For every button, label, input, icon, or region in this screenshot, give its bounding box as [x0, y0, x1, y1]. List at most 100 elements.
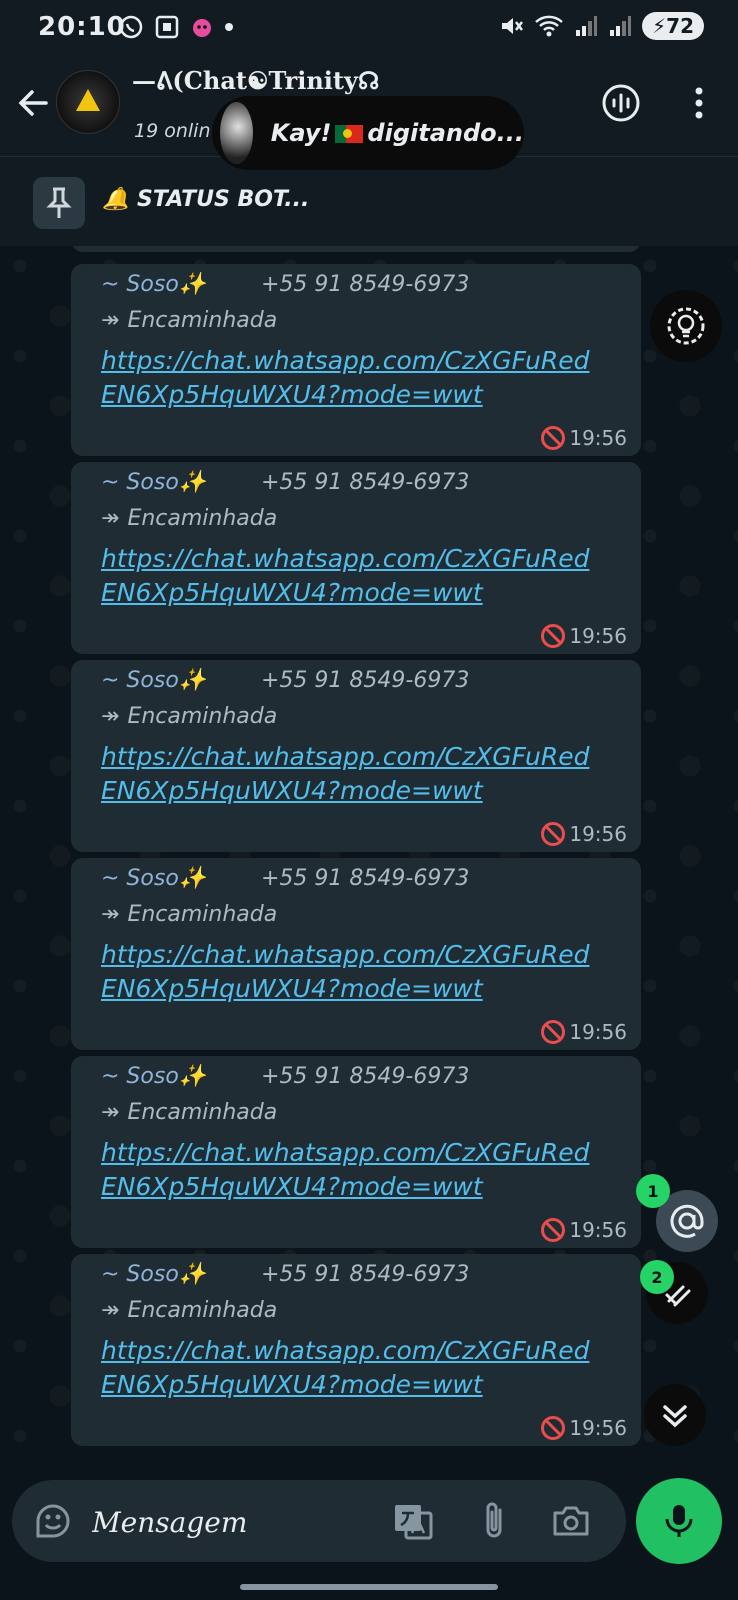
message-link[interactable]: https://chat.whatsapp.com/CzXGFuRedEN6Xp… [101, 1136, 601, 1204]
message-bubble[interactable]: ~ Soso✨ +55 91 8549-6973 ↠ Encaminhada ht… [71, 1254, 641, 1446]
battery-level: 72 [666, 14, 694, 38]
sticker-emoji-icon[interactable] [32, 1500, 74, 1542]
voice-message-button[interactable] [636, 1478, 722, 1564]
lightbulb-gear-icon [667, 307, 705, 345]
forwarded-label: ↠ Encaminhada [101, 704, 277, 729]
message-time: 19:56 [569, 1416, 627, 1440]
typing-text: Kay! digitando... [271, 119, 524, 147]
camera-icon[interactable] [550, 1500, 592, 1542]
sender-phone[interactable]: +55 91 8549-6973 [261, 866, 469, 891]
online-count: 19 onlin [134, 120, 211, 142]
sender-phone[interactable]: +55 91 8549-6973 [261, 668, 469, 693]
message-meta: 19:56 [541, 822, 627, 846]
meta-ai-button[interactable] [650, 290, 722, 362]
message-link[interactable]: https://chat.whatsapp.com/CzXGFuRedEN6Xp… [101, 740, 601, 808]
forwarded-label: ↠ Encaminhada [101, 506, 277, 531]
forwarded-text: Encaminhada [127, 902, 278, 927]
sender-name[interactable]: ~ Soso✨ [101, 668, 206, 693]
voice-chat-icon[interactable] [600, 82, 642, 124]
message-time: 19:56 [569, 624, 627, 648]
deleted-ban-icon [541, 1416, 566, 1440]
typing-status: digitando... [367, 119, 524, 147]
forwarded-text: Encaminhada [127, 1100, 278, 1125]
notification-icon [193, 19, 211, 37]
wifi-icon [535, 15, 563, 37]
home-gesture-bar[interactable] [240, 1584, 498, 1590]
forward-icon: ↠ [101, 506, 120, 531]
mute-icon [502, 18, 524, 34]
group-name[interactable]: —ᕕ(Chat☯Trinity☊ [132, 66, 379, 95]
whatsapp-icon [119, 15, 143, 39]
typing-indicator: Kay! digitando... [212, 96, 524, 170]
typing-user-avatar [220, 102, 253, 164]
message-bubble[interactable]: ~ Soso✨ +55 91 8549-6973 ↠ Encaminhada ht… [71, 264, 641, 456]
message-time: 19:56 [569, 1020, 627, 1044]
forward-icon: ↠ [101, 1298, 120, 1323]
status-icons-right: ⚡72 [498, 12, 704, 40]
forwarded-label: ↠ Encaminhada [101, 1100, 277, 1125]
deleted-ban-icon [541, 624, 566, 648]
sender-name[interactable]: ~ Soso✨ [101, 866, 206, 891]
message-input[interactable] [90, 1496, 384, 1548]
pinned-message-text[interactable]: 🔔 STATUS BOT... [102, 187, 309, 212]
chat-area[interactable]: ~ Soso✨ +55 91 8549-6973 ↠ Encaminhada ht… [0, 246, 738, 1474]
battery-indicator: ⚡72 [642, 12, 704, 40]
group-avatar-image [76, 89, 100, 111]
forward-icon: ↠ [101, 902, 120, 927]
message-meta: 19:56 [541, 624, 627, 648]
message-link[interactable]: https://chat.whatsapp.com/CzXGFuRedEN6Xp… [101, 542, 601, 610]
message-bubble[interactable]: ~ Soso✨ +55 91 8549-6973 ↠ Encaminhada ht… [71, 1056, 641, 1248]
screenshot-icon [155, 15, 179, 39]
signal-icon [576, 16, 598, 36]
battery-icon: ⚡ [652, 14, 667, 38]
message-meta: 19:56 [541, 1416, 627, 1440]
sender-name[interactable]: ~ Soso✨ [101, 470, 206, 495]
message-bubble[interactable]: ~ Soso✨ +55 91 8549-6973 ↠ Encaminhada ht… [71, 660, 641, 852]
status-bar: 20:10 ⚡72 [0, 0, 738, 56]
forwarded-label: ↠ Encaminhada [101, 1298, 277, 1323]
sender-phone[interactable]: +55 91 8549-6973 [261, 1064, 469, 1089]
group-avatar[interactable] [56, 70, 120, 134]
sender-phone[interactable]: +55 91 8549-6973 [261, 272, 469, 297]
microphone-icon [665, 1505, 693, 1537]
forward-icon: ↠ [101, 704, 120, 729]
forwarded-text: Encaminhada [127, 1298, 278, 1323]
forward-icon: ↠ [101, 308, 120, 333]
message-composer[interactable] [12, 1480, 626, 1562]
forwarded-text: Encaminhada [127, 704, 278, 729]
deleted-ban-icon [541, 1218, 566, 1242]
scroll-down-button[interactable] [644, 1384, 706, 1446]
sender-name[interactable]: ~ Soso✨ [101, 1262, 206, 1287]
message-time: 19:56 [569, 426, 627, 450]
clock: 20:10 [38, 12, 126, 42]
forwarded-text: Encaminhada [127, 506, 278, 531]
back-arrow-icon[interactable] [12, 82, 54, 124]
translate-icon[interactable] [392, 1500, 434, 1542]
more-options-icon[interactable] [678, 82, 720, 124]
message-time: 19:56 [569, 822, 627, 846]
sender-phone[interactable]: +55 91 8549-6973 [261, 1262, 469, 1287]
signal-icon [610, 16, 632, 36]
message-link[interactable]: https://chat.whatsapp.com/CzXGFuRedEN6Xp… [101, 938, 601, 1006]
message-link[interactable]: https://chat.whatsapp.com/CzXGFuRedEN6Xp… [101, 1334, 601, 1402]
message-bubble[interactable]: ~ Soso✨ +55 91 8549-6973 ↠ Encaminhada ht… [71, 462, 641, 654]
forwarded-text: Encaminhada [127, 308, 278, 333]
pin-icon[interactable] [33, 177, 85, 229]
message-time: 19:56 [569, 1218, 627, 1242]
deleted-ban-icon [541, 822, 566, 846]
message-link[interactable]: https://chat.whatsapp.com/CzXGFuRedEN6Xp… [101, 344, 601, 412]
message-bubble[interactable]: ~ Soso✨ +55 91 8549-6973 ↠ Encaminhada ht… [71, 858, 641, 1050]
message-meta: 19:56 [541, 426, 627, 450]
sender-phone[interactable]: +55 91 8549-6973 [261, 470, 469, 495]
deleted-ban-icon [541, 1020, 566, 1044]
portugal-flag-icon [335, 125, 364, 143]
forward-icon: ↠ [101, 1100, 120, 1125]
sender-name[interactable]: ~ Soso✨ [101, 1064, 206, 1089]
sender-name[interactable]: ~ Soso✨ [101, 272, 206, 297]
deleted-ban-icon [541, 426, 566, 450]
message-meta: 19:56 [541, 1218, 627, 1242]
reactions-badge: 2 [640, 1260, 674, 1294]
forwarded-label: ↠ Encaminhada [101, 308, 277, 333]
status-icons-left [118, 14, 234, 40]
paperclip-icon[interactable] [474, 1500, 516, 1542]
